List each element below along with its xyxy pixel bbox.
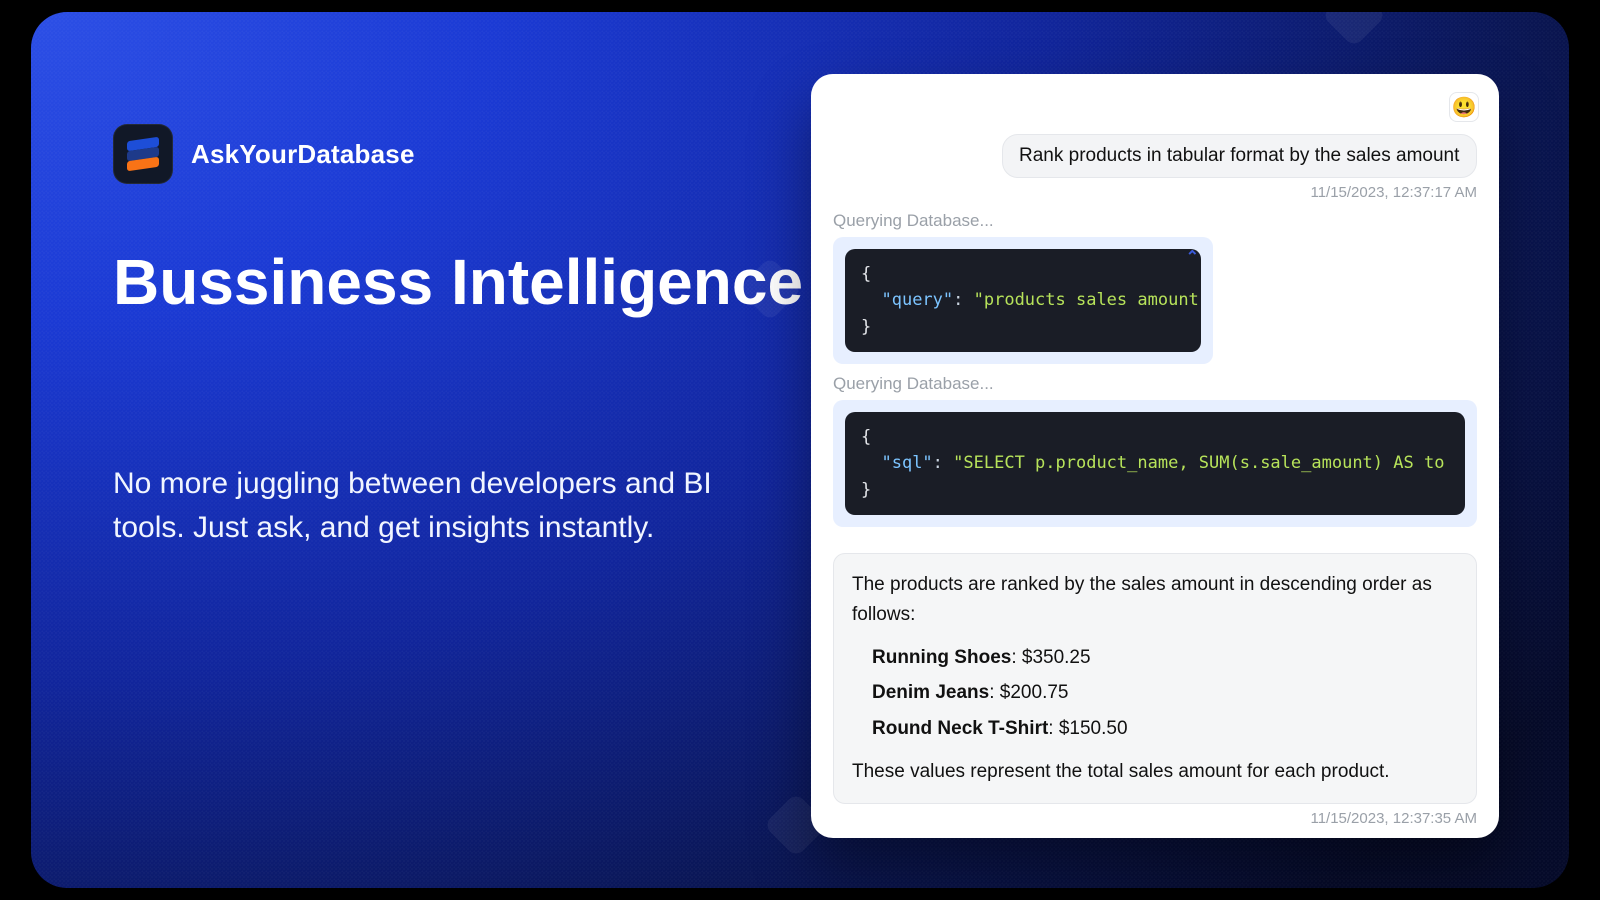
code-block-sql: { "sql": "SELECT p.product_name, SUM(s.s… (845, 412, 1465, 515)
list-item: Denim Jeans: $200.75 (872, 678, 1458, 707)
status-label: Querying Database... (833, 211, 1477, 231)
brace: } (861, 480, 871, 500)
product-name: Running Shoes (872, 647, 1011, 668)
product-amount: $350.25 (1022, 647, 1091, 668)
brand-name: AskYourDatabase (191, 139, 415, 170)
json-key: "sql" (881, 453, 932, 473)
query-panel: ⌃ { "query": "products sales amount" } (833, 237, 1213, 364)
product-list: Running Shoes: $350.25 Denim Jeans: $200… (872, 643, 1458, 743)
brand-logo-icon (113, 124, 173, 184)
list-item: Running Shoes: $350.25 (872, 643, 1458, 672)
status-label: Querying Database... (833, 374, 1477, 394)
brace: { (861, 264, 871, 284)
brand: AskYourDatabase (113, 124, 415, 184)
answer-intro: The products are ranked by the sales amo… (852, 570, 1458, 629)
user-message-bubble: Rank products in tabular format by the s… (1002, 134, 1477, 178)
headline: Bussiness Intelligence (113, 242, 803, 322)
colon: : (953, 290, 973, 310)
chat-card: 😃 Rank products in tabular format by the… (811, 74, 1499, 838)
json-key: "query" (881, 290, 953, 310)
answer-outro: These values represent the total sales a… (852, 757, 1458, 786)
product-name: Denim Jeans (872, 682, 989, 703)
assistant-answer: The products are ranked by the sales amo… (833, 553, 1477, 804)
colon: : (933, 453, 953, 473)
sql-panel: { "sql": "SELECT p.product_name, SUM(s.s… (833, 400, 1477, 527)
hero-frame: AskYourDatabase Bussiness Intelligence N… (31, 12, 1569, 888)
chevron-up-icon[interactable]: ⌃ (1186, 247, 1199, 267)
product-name: Round Neck T-Shirt (872, 718, 1048, 739)
headline-text: Bussiness Intelligence (113, 246, 803, 318)
emoji-button[interactable]: 😃 (1449, 92, 1479, 122)
json-value: "SELECT p.product_name, SUM(s.sale_amoun… (953, 453, 1444, 473)
decoration-diamond (1321, 12, 1386, 48)
brace: { (861, 427, 871, 447)
code-block-query: { "query": "products sales amount" } (845, 249, 1201, 352)
subheadline: No more juggling between developers and … (113, 462, 733, 549)
smile-icon: 😃 (1452, 95, 1477, 120)
user-message-text: Rank products in tabular format by the s… (1019, 145, 1459, 166)
assistant-timestamp: 11/15/2023, 12:37:35 AM (833, 810, 1477, 827)
brace: } (861, 317, 871, 337)
product-amount: $150.50 (1059, 718, 1128, 739)
json-value: "products sales amount" (974, 290, 1201, 310)
product-amount: $200.75 (1000, 682, 1069, 703)
user-message-timestamp: 11/15/2023, 12:37:17 AM (833, 184, 1477, 201)
list-item: Round Neck T-Shirt: $150.50 (872, 714, 1458, 743)
